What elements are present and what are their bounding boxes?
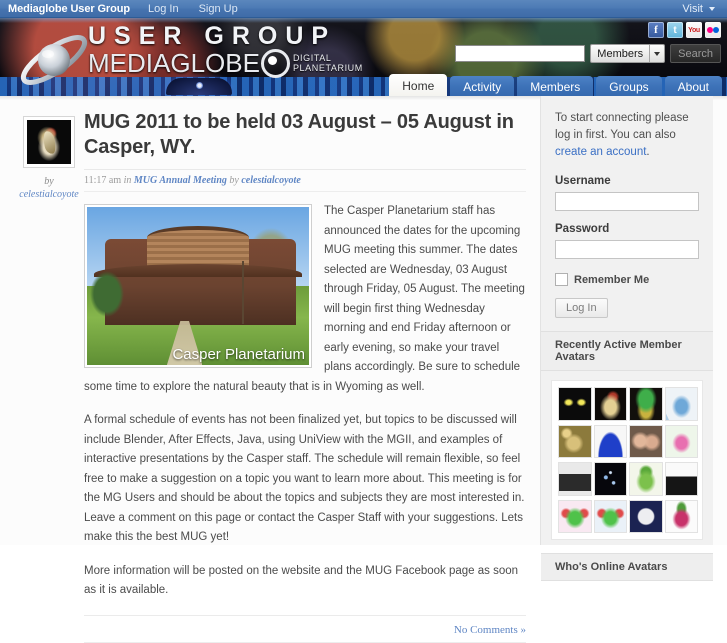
site-brand[interactable]: Mediaglobe User Group (8, 3, 130, 15)
page-body: by celestialcoyote MUG 2011 to be held 0… (0, 96, 727, 643)
post-category-link[interactable]: MUG Annual Meeting (134, 175, 227, 186)
admin-signup-link[interactable]: Sign Up (199, 3, 238, 15)
banner-logo-text: USER GROUP MEDIAGLOBE DIGITAL PLANETARIU… (88, 22, 363, 78)
post-time: 11:17 am (84, 175, 122, 186)
username-input[interactable] (555, 192, 699, 211)
logo-tagline: DIGITAL PLANETARIUM (293, 53, 363, 73)
widget-title-whos-online: Who's Online Avatars (541, 553, 713, 581)
password-label: Password (555, 223, 610, 235)
logo-tagline-line1: DIGITAL (292, 53, 332, 63)
post-paragraph-3: More information will be posted on the w… (84, 564, 519, 597)
photo-tree-left (87, 267, 127, 321)
page-title: MUG 2011 to be held 03 August – 05 Augus… (84, 111, 514, 158)
avatar-person-gold[interactable] (558, 424, 592, 458)
avatar-stars-night[interactable] (593, 462, 627, 496)
author-avatar[interactable] (23, 116, 75, 168)
photo-lamp-post (242, 260, 245, 324)
avatar-raspberry[interactable] (664, 499, 698, 533)
author-by-label: by (44, 176, 54, 187)
admin-visit-label: Visit (682, 2, 703, 15)
avatar-image (27, 120, 71, 164)
avatar-pink-creature[interactable] (664, 424, 698, 458)
logo-globe-icon (260, 48, 290, 78)
login-intro-text: To start connecting please log in first.… (555, 110, 699, 161)
select-arrow-box (650, 45, 664, 62)
header-search-area: Members Search (455, 44, 721, 63)
post-meta-by: by (229, 175, 239, 186)
tab-groups[interactable]: Groups (596, 76, 662, 97)
post-author-link[interactable]: celestialcoyote (241, 175, 300, 186)
avatar-blue-bug[interactable] (664, 387, 698, 421)
main-content: by celestialcoyote MUG 2011 to be held 0… (0, 96, 540, 643)
avatar-green-alien[interactable] (629, 462, 663, 496)
site-header-banner: USER GROUP MEDIAGLOBE DIGITAL PLANETARIU… (0, 18, 727, 97)
avatar-cat-eyes[interactable] (558, 387, 592, 421)
remember-me-row[interactable]: Remember Me (555, 273, 699, 286)
post-image-inner: Casper Planetarium (87, 207, 309, 365)
post-divider (84, 614, 526, 616)
avatar-mug-cup[interactable] (664, 462, 698, 496)
post-image-caption: Casper Planetarium (172, 346, 305, 363)
main-navigation: Home Activity Members Groups About (389, 74, 727, 97)
create-account-link[interactable]: create an account (555, 146, 646, 158)
search-button[interactable]: Search (670, 44, 721, 63)
post-comments-row: No Comments » (84, 622, 526, 643)
twitter-icon[interactable]: t (667, 22, 683, 38)
author-name-link[interactable]: celestialcoyote (14, 189, 84, 200)
remember-me-label: Remember Me (574, 273, 650, 286)
avatar-geek-inside[interactable] (629, 499, 663, 533)
chevron-down-icon (709, 6, 715, 11)
recently-active-avatars-grid (551, 380, 703, 540)
post-image[interactable]: Casper Planetarium (84, 204, 312, 368)
youtube-icon[interactable]: You (686, 22, 702, 38)
post-author-column: by celestialcoyote (14, 110, 84, 545)
admin-bar: Mediaglobe User Group Log In Sign Up Vis… (0, 0, 727, 18)
remember-me-checkbox[interactable] (555, 273, 568, 286)
banner-dome-graphic (166, 78, 232, 95)
tab-home[interactable]: Home (389, 74, 448, 97)
post-meta-in: in (123, 175, 132, 186)
avatar-marvin-martian[interactable] (629, 387, 663, 421)
password-input[interactable] (555, 240, 699, 259)
admin-login-link[interactable]: Log In (148, 3, 179, 15)
flickr-icon[interactable] (705, 22, 721, 38)
no-comments-link[interactable]: No Comments » (454, 624, 526, 636)
post-paragraph-2: A formal schedule of events has not been… (84, 414, 525, 543)
widget-title-recently-active: Recently Active Member Avatars (541, 331, 713, 371)
facebook-icon[interactable]: f (648, 22, 664, 38)
social-icon-group: f t You (648, 22, 721, 38)
search-scope-select[interactable]: Members (590, 44, 666, 63)
login-intro-part2: . (646, 146, 650, 158)
chevron-down-icon (654, 51, 661, 56)
avatar-two-people[interactable] (629, 424, 663, 458)
search-input[interactable] (455, 45, 586, 62)
tab-about[interactable]: About (664, 76, 722, 97)
search-scope-label: Members (597, 47, 644, 60)
sidebar: To start connecting please log in first.… (540, 96, 713, 581)
avatar-truck[interactable] (558, 462, 592, 496)
saturn-logo-icon (20, 35, 88, 85)
logo-user-group: USER GROUP (88, 22, 337, 50)
login-widget: To start connecting please log in first.… (541, 96, 713, 318)
login-button[interactable]: Log In (555, 298, 608, 318)
username-label: Username (555, 175, 611, 187)
admin-visit-menu[interactable]: Visit (682, 3, 719, 15)
avatar-blue-dome[interactable] (593, 424, 627, 458)
avatar-green-monster-pink[interactable] (558, 499, 592, 533)
logo-mediaglobe: MEDIAGLOBE (88, 48, 260, 78)
avatar-flame[interactable] (593, 387, 627, 421)
avatar-green-monster-blue[interactable] (593, 499, 627, 533)
logo-tagline-line2: PLANETARIUM (292, 63, 363, 73)
post-content: Casper Planetarium The Casper Planetariu… (84, 192, 526, 643)
logo-mediaglobe-row: MEDIAGLOBE DIGITAL PLANETARIUM (88, 48, 363, 78)
post-meta: 11:17 am in MUG Annual Meeting by celest… (84, 169, 526, 192)
tab-activity[interactable]: Activity (450, 76, 515, 97)
tab-members[interactable]: Members (517, 76, 594, 97)
login-intro-part1: To start connecting please log in first.… (555, 112, 689, 141)
post-article: MUG 2011 to be held 03 August – 05 Augus… (84, 110, 540, 643)
